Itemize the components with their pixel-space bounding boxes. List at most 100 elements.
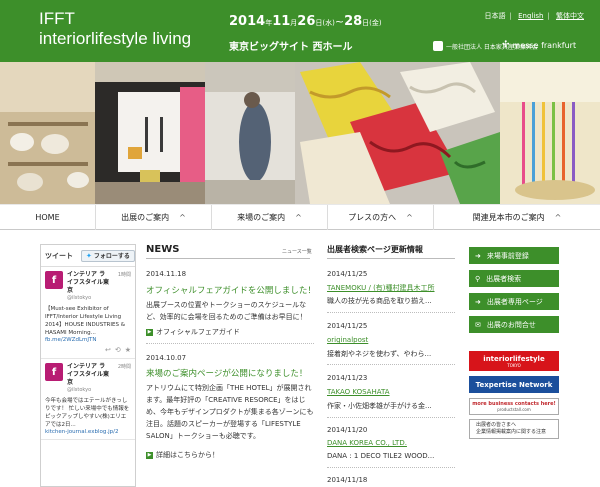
exhibitor-only-page-label: 出展者専用ページ	[486, 297, 543, 306]
tweet-text: 【Must-see Exhibitor of IFFT/Interior Lif…	[45, 306, 125, 336]
nav-home-label: HOME	[35, 213, 60, 222]
exhibit-inquiry-label: 出展のお問合せ	[486, 320, 536, 329]
caret-up-icon: ^	[406, 213, 413, 222]
avatar[interactable]: f	[45, 271, 63, 289]
tweet-item[interactable]: f インテリア ライフスタイル東京 @ilstokyo 1時間 【Must-se…	[41, 267, 135, 359]
exhibitor-separator	[327, 312, 455, 313]
lang-japanese[interactable]: 日本語	[485, 12, 506, 20]
news-more-link[interactable]: ▶ 詳細はこちらから！	[146, 450, 219, 460]
tweet-link[interactable]: kitchen-journal.exblog.jp/2	[45, 429, 131, 435]
date-weekday-end: (金)	[369, 19, 382, 27]
exhibitor-desc: 接着剤やネジを使わず、やわら...	[327, 350, 432, 358]
arrow-right-icon: ▶	[146, 328, 153, 336]
exhibitor-updates-heading: 出展者検索ページ更新情報	[327, 245, 423, 254]
arrow-right-icon: ▶	[146, 451, 153, 459]
news-separator	[146, 343, 314, 344]
date-month: 11	[272, 14, 291, 29]
hero-photo-collage	[0, 62, 600, 204]
caret-up-icon: ^	[179, 213, 186, 222]
nav-press[interactable]: プレスの方へ ^	[328, 205, 434, 230]
more-business-contacts-banner[interactable]: more business contacts here! productstal…	[469, 398, 559, 415]
guide-line-2: 企業情報掲載案内に関する注意	[476, 429, 547, 435]
sponsor-messe-frankfurt-logo[interactable]: ✣ messe frankfurt	[502, 40, 576, 50]
tweet-author-handle[interactable]: @ilstokyo	[67, 295, 131, 301]
lang-english[interactable]: English	[518, 12, 543, 20]
tweet-time[interactable]: 1時間	[118, 271, 131, 278]
news-body: アトリウムにて特別企画「THE HOTEL」が展開されます。最年好評の「CREA…	[146, 384, 314, 440]
exhibitor-date: 2014/11/20	[327, 426, 368, 434]
exhibitor-link[interactable]: TAKAO KOSAHATA	[327, 388, 390, 396]
caret-up-icon: ^	[295, 213, 302, 222]
nav-exhibit-info-label: 出展のご案内	[121, 213, 170, 222]
mail-icon: ✉	[475, 320, 481, 329]
texpertise-network-banner[interactable]: Texpertise Network	[469, 376, 559, 393]
banner-ifl-subtitle: TOKYO	[507, 362, 521, 368]
exhibitor-date: 2014/11/25	[327, 270, 368, 278]
news-heading: NEWS	[146, 244, 180, 255]
arrow-right-icon: ➜	[475, 297, 481, 306]
twitter-widget-header: ツイート ✦ フォローする	[41, 245, 135, 267]
twitter-timeline-widget[interactable]: ツイート ✦ フォローする f インテリア ライフスタイル東京 @ilstoky…	[40, 244, 136, 487]
exhibitor-date: 2014/11/25	[327, 322, 368, 330]
tweet-author-name[interactable]: インテリア ライフスタイル東京	[67, 363, 111, 387]
exhibitor-separator	[327, 417, 455, 418]
interiorlifestyle-tokyo-banner[interactable]: interiorlifestyle TOKYO	[469, 351, 559, 371]
reply-icon[interactable]: ↩	[105, 346, 111, 354]
news-more-label: オフィシャルフェアガイド	[156, 328, 240, 336]
exhibitor-guide-link[interactable]: 出展者の皆さまへ 企業情報掲載案内に関する注意	[469, 419, 559, 439]
exhibitor-link[interactable]: originalpost	[327, 336, 368, 344]
tweet-link[interactable]: fb.me/2WZdLmJTN	[45, 337, 131, 343]
site-header: IFFT interiorlifestyle living 2014年11月26…	[0, 0, 600, 62]
tweet-time[interactable]: 2時間	[118, 363, 131, 370]
exhibitor-updates-divider	[327, 258, 455, 259]
event-venue: 東京ビッグサイト 西ホール	[229, 42, 353, 53]
news-headline[interactable]: オフィシャルフェアガイドを公開しました！	[146, 284, 316, 296]
avatar[interactable]: f	[45, 363, 63, 381]
news-more-link[interactable]: ▶ オフィシャルフェアガイド	[146, 327, 240, 337]
sponsor-messe-label: messe frankfurt	[512, 40, 577, 50]
lang-traditional-chinese[interactable]: 繁体中文	[556, 12, 584, 20]
exhibitor-desc: 作家・小佐畑孝雄が手がける金...	[327, 402, 432, 410]
main-navigation: HOME 出展のご案内 ^ 来場のご案内 ^ プレスの方へ ^ 関連見本市のご案内 ^	[0, 204, 600, 230]
nav-visitor-info[interactable]: 来場のご案内 ^	[212, 205, 328, 230]
exhibit-inquiry-button[interactable]: ✉ 出展のお問合せ	[469, 316, 559, 333]
arrow-right-icon: ➜	[475, 251, 481, 260]
exhibitor-search-button[interactable]: ⚲ 出展者検索	[469, 270, 559, 287]
nav-press-label: プレスの方へ	[348, 213, 397, 222]
visitor-preregistration-label: 来場事前登録	[486, 251, 529, 260]
logo-interiorlifestyle-living[interactable]: interiorlifestyle living	[39, 30, 191, 48]
twitter-follow-button[interactable]: ✦ フォローする	[81, 249, 135, 262]
nav-home[interactable]: HOME	[0, 205, 96, 230]
nav-exhibit-info[interactable]: 出展のご案内 ^	[96, 205, 212, 230]
exhibitor-separator	[327, 467, 455, 468]
retweet-icon[interactable]: ⟲	[115, 346, 121, 354]
exhibitor-date: 2014/11/18	[327, 476, 368, 484]
news-list-link[interactable]: ニュース一覧	[282, 248, 312, 255]
messe-frankfurt-icon: ✣	[502, 40, 510, 50]
exhibitor-link[interactable]: TANEMOKU / (有)種村建具木工所	[327, 283, 435, 293]
news-more-label: 詳細はこちらから！	[156, 451, 219, 459]
news-divider	[146, 258, 310, 259]
date-weekday-start: (水)	[322, 19, 335, 27]
date-day-start: 26	[297, 14, 316, 29]
visitor-preregistration-button[interactable]: ➜ 来場事前登録	[469, 247, 559, 264]
logo-ifft[interactable]: IFFT	[39, 10, 75, 28]
exhibitor-only-page-button[interactable]: ➜ 出展者専用ページ	[469, 293, 559, 310]
tweet-author-name[interactable]: インテリア ライフスタイル東京	[67, 271, 111, 295]
exhibitor-desc: DANA : 1 DECO TILE2 WOOD...	[327, 452, 435, 460]
tweet-item[interactable]: f インテリア ライフスタイル東京 @ilstokyo 2時間 今年も会場ではエ…	[41, 359, 135, 440]
tweet-author-handle[interactable]: @ilstokyo	[67, 387, 131, 393]
nav-related-fairs-label: 関連見本市のご案内	[472, 213, 545, 222]
guide-line-1: 出展者の皆さまへ	[476, 422, 517, 428]
exhibitor-desc: 職人の技が光る商品を取り揃え...	[327, 297, 432, 305]
banner-more-subtitle: productstall.com	[497, 407, 531, 412]
news-headline[interactable]: 来場のご案内ページが公開になりました！	[146, 367, 307, 379]
twitter-bird-icon: ✦	[86, 251, 92, 260]
tweet-actions: ↩ ⟲ ★	[45, 346, 131, 354]
exhibitor-link[interactable]: DANA KOREA CO., LTD.	[327, 439, 407, 447]
favorite-icon[interactable]: ★	[125, 346, 131, 354]
jfia-icon	[433, 41, 443, 51]
twitter-widget-title: ツイート	[45, 251, 73, 260]
nav-related-fairs[interactable]: 関連見本市のご案内 ^	[434, 205, 600, 230]
date-sep: ~	[334, 15, 345, 28]
